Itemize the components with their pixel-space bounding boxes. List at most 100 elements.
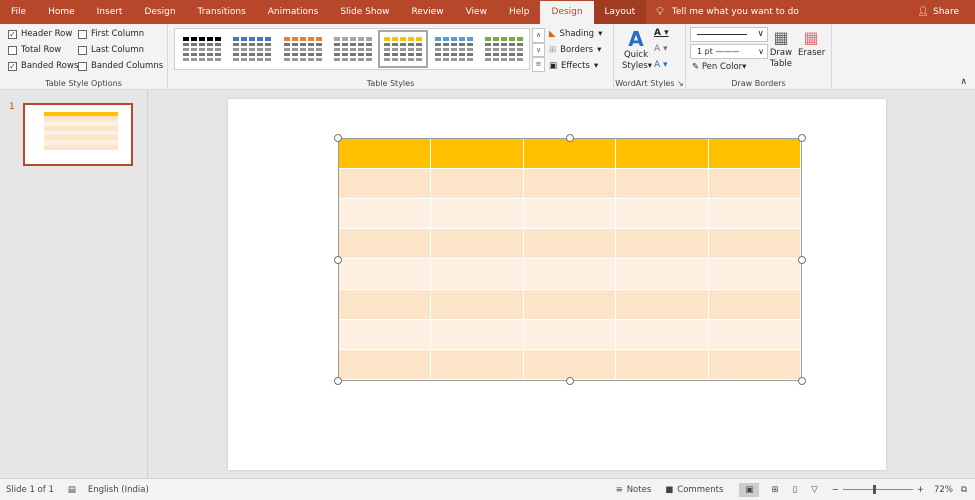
checkbox-box[interactable] <box>78 29 87 39</box>
comments-button[interactable]: ■ Comments <box>665 485 723 495</box>
gallery-up-button[interactable]: ∧ <box>532 28 545 43</box>
text-fill-button[interactable]: A ▾ <box>654 28 669 38</box>
table-cell[interactable] <box>339 289 432 320</box>
checkbox-box[interactable] <box>78 61 87 71</box>
table-cell[interactable] <box>708 319 801 350</box>
table-cell[interactable] <box>708 289 801 320</box>
table-style-swatch[interactable] <box>378 30 429 68</box>
resize-handle-mr[interactable] <box>798 256 806 264</box>
checkbox-box[interactable]: ✓ <box>8 29 17 39</box>
checkbox-banded-rows[interactable]: ✓ Banded Rows <box>8 61 78 71</box>
checkbox-first-column[interactable]: First Column <box>78 29 144 39</box>
checkbox-total-row[interactable]: Total Row <box>8 45 61 55</box>
normal-view-button[interactable]: ▣ <box>739 482 760 497</box>
zoom-out-button[interactable]: − <box>832 485 839 495</box>
reading-view-button[interactable]: ▯ <box>793 485 798 495</box>
eraser-button[interactable]: ▦ Eraser <box>798 28 825 59</box>
resize-handle-bm[interactable] <box>566 377 574 385</box>
resize-handle-tl[interactable] <box>334 134 342 142</box>
checkbox-box[interactable]: ✓ <box>8 61 17 71</box>
tab-transitions[interactable]: Transitions <box>187 0 257 24</box>
table-header-cell[interactable] <box>431 139 524 169</box>
table-cell[interactable] <box>708 199 801 230</box>
table-cell[interactable] <box>523 259 617 290</box>
checkbox-header-row[interactable]: ✓ Header Row <box>8 29 72 39</box>
pen-color-button[interactable]: ✎ Pen Color▾ <box>692 62 746 72</box>
checkbox-last-column[interactable]: Last Column <box>78 45 144 55</box>
table-cell[interactable] <box>431 229 524 260</box>
zoom-in-button[interactable]: + <box>917 485 924 495</box>
resize-handle-bl[interactable] <box>334 377 342 385</box>
zoom-slider-thumb[interactable] <box>872 485 876 494</box>
table-cell[interactable] <box>523 169 617 200</box>
tab-insert[interactable]: Insert <box>86 0 134 24</box>
table-cell[interactable] <box>339 349 432 380</box>
tab-help[interactable]: Help <box>498 0 541 24</box>
draw-table-button[interactable]: ▦ Draw Table <box>769 28 793 70</box>
zoom-level[interactable]: 72% <box>934 485 953 495</box>
share-button[interactable]: 👤︎ Share <box>918 0 959 24</box>
table-cell[interactable] <box>616 229 709 260</box>
table-cell[interactable] <box>431 319 524 350</box>
table-cell[interactable] <box>708 349 801 380</box>
table-header-cell[interactable] <box>339 139 432 169</box>
tab-file[interactable]: File <box>0 0 37 24</box>
dialog-launcher-icon[interactable]: ↘ <box>677 79 684 88</box>
table-cell[interactable] <box>616 259 709 290</box>
table-style-swatch[interactable] <box>177 30 227 68</box>
gallery-down-button[interactable]: ∨ <box>532 42 545 58</box>
text-effects-button[interactable]: A ▾ <box>654 60 668 70</box>
tab-view[interactable]: View <box>455 0 498 24</box>
table-cell[interactable] <box>523 349 617 380</box>
slide-sorter-button[interactable]: ⊞ <box>771 485 778 495</box>
table-cell[interactable] <box>523 319 617 350</box>
tab-home[interactable]: Home <box>37 0 86 24</box>
table-cell[interactable] <box>431 289 524 320</box>
table-cell[interactable] <box>523 199 617 230</box>
table-cell[interactable] <box>708 259 801 290</box>
table-style-swatch[interactable] <box>428 30 478 68</box>
table-cell[interactable] <box>708 169 801 200</box>
table-cell[interactable] <box>523 289 617 320</box>
resize-handle-ml[interactable] <box>334 256 342 264</box>
zoom-slider[interactable] <box>842 485 913 494</box>
table-style-swatch[interactable] <box>328 30 378 68</box>
accessibility-icon[interactable]: ▤ <box>68 485 76 495</box>
tab-design[interactable]: Design <box>133 0 186 24</box>
table-cell[interactable] <box>616 289 709 320</box>
collapse-ribbon-button[interactable]: ∧ <box>960 77 967 87</box>
tab-animations[interactable]: Animations <box>257 0 330 24</box>
table-header-cell[interactable] <box>523 139 617 169</box>
slide-thumbnail[interactable] <box>23 103 133 166</box>
tab-slide-show[interactable]: Slide Show <box>329 0 400 24</box>
fit-to-window-icon[interactable]: ⧉ <box>961 485 967 495</box>
notes-button[interactable]: ≡ Notes <box>616 485 652 495</box>
language-indicator[interactable]: English (India) <box>88 485 149 495</box>
table-style-swatch[interactable] <box>479 30 529 68</box>
tell-me-search[interactable]: 💡︎ Tell me what you want to do <box>656 5 799 19</box>
table-cell[interactable] <box>523 229 617 260</box>
checkbox-box[interactable] <box>8 45 17 55</box>
tab-table-design[interactable]: Design <box>540 1 594 25</box>
table-cell[interactable] <box>431 199 524 230</box>
tab-table-layout[interactable]: Layout <box>593 0 647 24</box>
slideshow-button[interactable]: ▽ <box>811 485 818 495</box>
table-cell[interactable] <box>431 349 524 380</box>
table-cell[interactable] <box>616 349 709 380</box>
checkbox-box[interactable] <box>78 45 87 55</box>
resize-handle-tr[interactable] <box>798 134 806 142</box>
pen-weight-dropdown[interactable]: 1 pt ——— ∨ <box>690 44 768 59</box>
table-cell[interactable] <box>339 259 432 290</box>
table-cell[interactable] <box>616 169 709 200</box>
table-cell[interactable] <box>339 229 432 260</box>
resize-handle-tm[interactable] <box>566 134 574 142</box>
borders-button[interactable]: ⊞ Borders ▾ <box>549 45 601 55</box>
checkbox-banded-columns[interactable]: Banded Columns <box>78 61 163 71</box>
table-header-cell[interactable] <box>616 139 709 169</box>
table-cell[interactable] <box>708 229 801 260</box>
table-cell[interactable] <box>616 199 709 230</box>
table-cell[interactable] <box>339 169 432 200</box>
gallery-more-button[interactable]: ≡ <box>532 57 545 73</box>
slide-table[interactable] <box>338 138 802 381</box>
resize-handle-br[interactable] <box>798 377 806 385</box>
